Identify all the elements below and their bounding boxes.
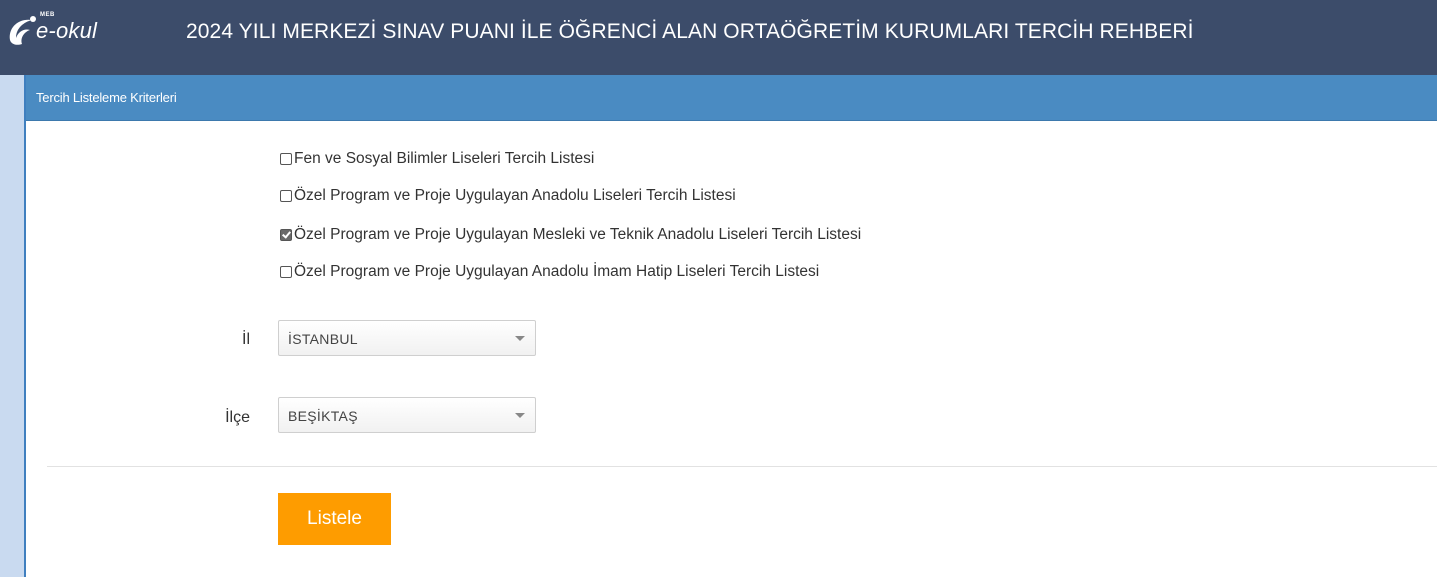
chevron-down-icon — [515, 413, 525, 418]
option-label: Fen ve Sosyal Bilimler Liseleri Tercih L… — [294, 150, 595, 167]
divider — [47, 466, 1437, 467]
eokul-swirl-icon — [9, 16, 36, 45]
ilce-label: İlçe — [225, 409, 250, 426]
criteria-panel: Tercih Listeleme Kriterleri Fen ve Sosya… — [24, 75, 1437, 577]
option-anadolu[interactable]: Özel Program ve Proje Uygulayan Anadolu … — [280, 186, 736, 206]
option-label: Özel Program ve Proje Uygulayan Mesleki … — [294, 226, 862, 243]
listele-button[interactable]: Listele — [278, 493, 391, 545]
checkbox[interactable] — [280, 190, 292, 202]
il-select-value: İSTANBUL — [288, 331, 358, 347]
option-label: Özel Program ve Proje Uygulayan Anadolu … — [294, 187, 736, 204]
page-title: 2024 YILI MERKEZİ SINAV PUANI İLE ÖĞRENC… — [186, 20, 1194, 43]
ilce-select[interactable]: BEŞİKTAŞ — [278, 397, 536, 433]
panel-title: Tercih Listeleme Kriterleri — [36, 90, 177, 105]
il-label: İl — [242, 331, 250, 348]
logo-text: e-okul — [36, 18, 98, 43]
checkbox-checked[interactable] — [280, 229, 292, 241]
chevron-down-icon — [515, 336, 525, 341]
checkbox[interactable] — [280, 266, 292, 278]
eokul-logo[interactable]: MEB e-okul — [6, 8, 136, 53]
option-label: Özel Program ve Proje Uygulayan Anadolu … — [294, 263, 820, 280]
ilce-select-value: BEŞİKTAŞ — [288, 408, 358, 424]
panel-header: Tercih Listeleme Kriterleri — [26, 75, 1437, 121]
option-imam-hatip[interactable]: Özel Program ve Proje Uygulayan Anadolu … — [280, 262, 819, 282]
top-bar: MEB e-okul 2024 YILI MERKEZİ SINAV PUANI… — [0, 0, 1437, 75]
option-mesleki-teknik[interactable]: Özel Program ve Proje Uygulayan Mesleki … — [280, 225, 861, 245]
checkbox[interactable] — [280, 153, 292, 165]
option-fen-sosyal[interactable]: Fen ve Sosyal Bilimler Liseleri Tercih L… — [280, 149, 594, 169]
il-select[interactable]: İSTANBUL — [278, 320, 536, 356]
